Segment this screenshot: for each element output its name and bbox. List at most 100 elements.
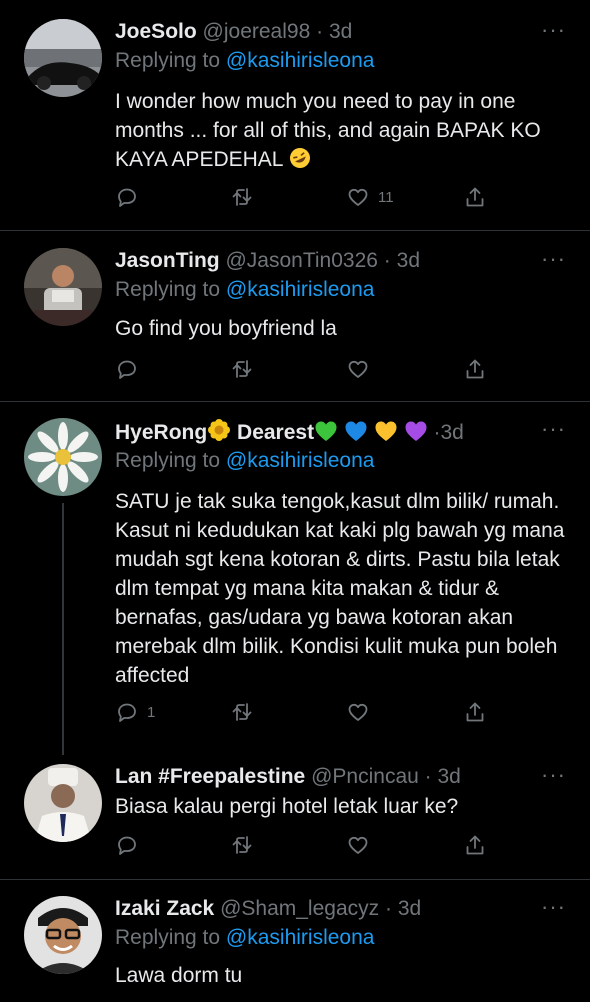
like-icon (348, 703, 368, 721)
author-handle[interactable]: @JasonTin0326 (225, 249, 377, 272)
like-icon (348, 360, 368, 378)
like-button[interactable] (346, 699, 378, 725)
reply-icon (118, 836, 136, 855)
replying-label: Replying to (115, 278, 221, 301)
reply-icon (118, 360, 136, 379)
replying-label: Replying to (115, 449, 221, 472)
share-icon (466, 359, 484, 379)
dot-separator: · (384, 897, 392, 920)
more-icon[interactable]: ··· (541, 248, 566, 270)
tweet-actions (115, 832, 495, 858)
more-icon[interactable]: ··· (541, 418, 566, 440)
tweet-text-content: I wonder how much you need to pay in one… (115, 90, 541, 171)
share-button[interactable] (463, 184, 487, 210)
avatar[interactable] (24, 764, 102, 842)
retweet-icon (232, 703, 252, 721)
thread-connector (62, 503, 64, 755)
tweet-header: JoeSolo @joereal98 · 3d (115, 19, 352, 45)
reply-button[interactable] (115, 832, 147, 858)
purple-heart-icon (405, 421, 427, 441)
share-icon (466, 702, 484, 722)
timestamp[interactable]: 3d (397, 249, 420, 272)
replying-to: Replying to @kasihirisleona (115, 925, 374, 951)
retweet-button[interactable] (230, 699, 262, 725)
like-button[interactable] (346, 832, 378, 858)
more-icon[interactable]: ··· (541, 19, 566, 41)
timestamp[interactable]: 3d (440, 421, 463, 444)
replying-label: Replying to (115, 926, 221, 949)
reply-button[interactable] (115, 184, 147, 210)
more-icon[interactable]: ··· (541, 896, 566, 918)
rofl-emoji-icon (289, 148, 310, 168)
author-name[interactable]: Izaki Zack (115, 897, 214, 920)
yellow-heart-icon (375, 421, 397, 441)
tweet-header: HyeRong Dearest ·3d (115, 418, 464, 446)
replying-to-link[interactable]: @kasihirisleona (226, 49, 375, 72)
tweet-text: Lawa dorm tu (115, 964, 243, 987)
author-name[interactable]: Lan #Freepalestine (115, 765, 305, 788)
share-icon (466, 835, 484, 855)
retweet-button[interactable] (230, 184, 262, 210)
avatar[interactable] (24, 896, 102, 974)
avatar[interactable] (24, 418, 102, 496)
reply-icon (118, 703, 136, 722)
author-handle[interactable]: @joereal98 (203, 20, 311, 43)
retweet-icon (232, 360, 252, 378)
tweet-text: Biasa kalau pergi hotel letak luar ke? (115, 795, 459, 818)
share-button[interactable] (463, 699, 487, 725)
dot-separator: · (383, 249, 391, 272)
retweet-button[interactable] (230, 832, 262, 858)
like-icon (348, 836, 368, 854)
author-name[interactable]: JasonTing (115, 249, 220, 272)
retweet-icon (232, 836, 252, 854)
replying-to: Replying to @kasihirisleona (115, 277, 374, 303)
share-button[interactable] (463, 832, 487, 858)
share-button[interactable] (463, 356, 487, 382)
tweet-header: Izaki Zack @Sham_legacyz · 3d (115, 896, 421, 922)
tweet-header: Lan #Freepalestine @Pncincau · 3d (115, 764, 461, 790)
blossom-emoji-icon (208, 419, 231, 441)
replying-label: Replying to (115, 49, 221, 72)
like-button[interactable] (346, 356, 378, 382)
more-icon[interactable]: ··· (541, 764, 566, 786)
like-count: 11 (378, 188, 394, 206)
tweet-actions: 11 (115, 184, 495, 210)
timestamp[interactable]: 3d (329, 20, 352, 43)
retweet-icon (232, 188, 252, 206)
tweet-text: Go find you boyfriend la (115, 317, 337, 340)
timestamp[interactable]: 3d (438, 765, 461, 788)
reply-button[interactable] (115, 356, 147, 382)
divider (0, 401, 590, 402)
divider (0, 230, 590, 231)
avatar[interactable] (24, 19, 102, 97)
author-handle[interactable]: @Sham_legacyz (220, 897, 379, 920)
author-name[interactable]: JoeSolo (115, 20, 197, 43)
replying-to: Replying to @kasihirisleona (115, 448, 374, 474)
blue-heart-icon (345, 421, 367, 441)
dot-separator: · (424, 765, 432, 788)
replying-to: Replying to @kasihirisleona (115, 48, 374, 74)
divider (0, 879, 590, 880)
reply-icon (118, 188, 136, 207)
replying-to-link[interactable]: @kasihirisleona (226, 278, 375, 301)
like-icon (348, 188, 368, 206)
like-button[interactable]: 11 (346, 184, 394, 210)
tweet-text: SATU je tak suka tengok,kasut dlm bilik/… (115, 490, 565, 687)
tweet-text: I wonder how much you need to pay in one… (115, 87, 570, 174)
replying-to-link[interactable]: @kasihirisleona (226, 926, 375, 949)
author-name-first[interactable]: HyeRong (115, 421, 207, 444)
tweet-actions: 1 (115, 699, 495, 725)
author-handle[interactable]: @Pncincau (311, 765, 419, 788)
dot-separator: · (316, 20, 324, 43)
reply-count: 1 (147, 703, 156, 721)
green-heart-icon (315, 421, 337, 441)
retweet-button[interactable] (230, 356, 262, 382)
replying-to-link[interactable]: @kasihirisleona (226, 449, 375, 472)
timestamp[interactable]: 3d (398, 897, 421, 920)
reply-button[interactable]: 1 (115, 699, 155, 725)
avatar[interactable] (24, 248, 102, 326)
share-icon (466, 187, 484, 207)
tweet-actions (115, 356, 495, 382)
tweet-header: JasonTing @JasonTin0326 · 3d (115, 248, 420, 274)
author-name-second[interactable]: Dearest (237, 421, 314, 444)
